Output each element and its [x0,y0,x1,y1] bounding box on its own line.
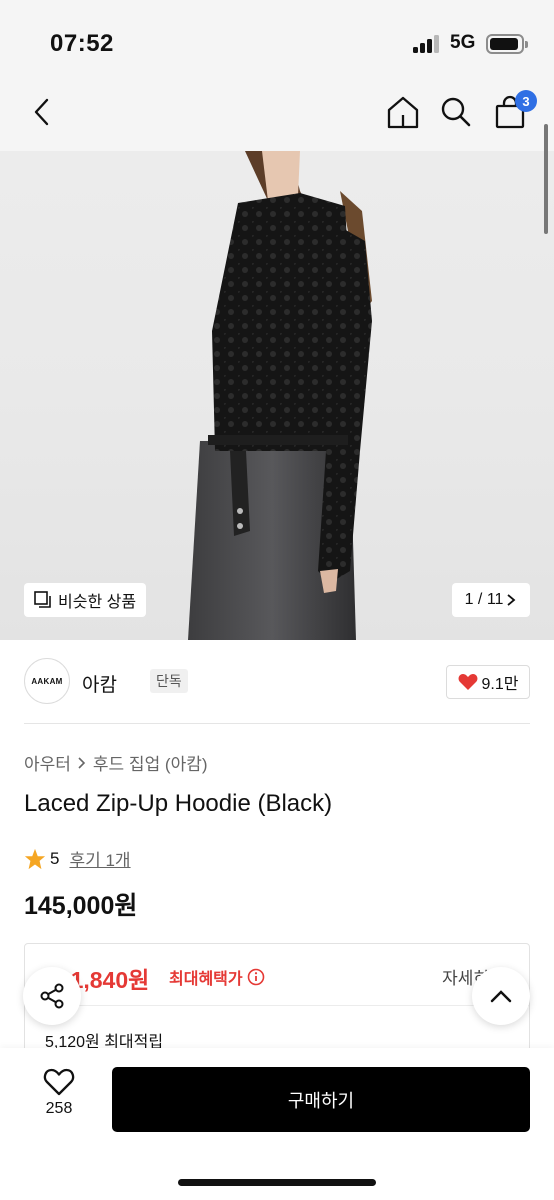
brand-like-count: 9.1만 [481,676,519,693]
buy-button[interactable]: 구매하기 [112,1067,530,1132]
chevron-up-icon [490,990,512,1003]
chevron-left-icon [34,98,49,126]
heart-filled-icon [458,674,477,690]
wishlist-count: 258 [45,1100,73,1117]
brand-like-button[interactable]: 9.1만 [446,665,530,699]
status-bar: 07:52 5G [0,0,554,90]
cart-count-badge: 3 [515,90,537,112]
rating-row: 5 후기 1개 [24,846,131,871]
cart-button[interactable]: 3 [488,90,537,134]
search-button[interactable] [434,90,478,134]
home-button[interactable] [381,90,425,134]
benefit-box: 131,840원 최대혜택가 자세히 5,120원 최대적립 [24,943,530,1063]
star-icon [24,848,46,869]
scrollbar[interactable] [544,124,548,234]
search-icon [441,97,471,127]
back-button[interactable] [20,90,64,134]
top-nav: 3 [0,90,554,151]
home-icon [387,96,419,129]
brand-row: AAKAM 아캄 단독 9.1만 [24,658,530,706]
similar-products-button[interactable]: 비슷한 상품 [24,583,147,617]
scroll-top-button[interactable] [472,967,530,1025]
breadcrumb-item[interactable]: 아우터 [24,750,71,775]
share-button[interactable] [23,967,81,1025]
signal-icon [413,35,441,53]
chevron-right-icon [78,756,86,769]
brand-logo[interactable]: AAKAM [24,658,70,704]
brand-name[interactable]: 아캄 [82,670,117,697]
network-label: 5G [450,32,476,53]
product-title: Laced Zip-Up Hoodie (Black) [24,790,333,817]
heart-outline-icon [43,1068,75,1096]
product-price: 145,000원 [24,892,138,920]
exclusive-badge: 단독 [150,669,188,693]
divider [24,723,530,724]
image-page-indicator[interactable]: 1 / 11 [452,583,530,617]
breadcrumb: 아우터 후드 집업 (아캄) [24,750,208,775]
product-photo [188,151,372,640]
copy-icon [34,591,51,608]
page-indicator-text: 1 / 11 [464,591,504,608]
bottom-action-bar: 258 구매하기 [0,1048,554,1200]
home-indicator [178,1179,376,1186]
breadcrumb-item[interactable]: 후드 집업 (아캄) [93,750,208,775]
battery-icon [486,34,528,54]
info-icon[interactable] [247,968,265,986]
max-benefit-label-text: 최대혜택가 [169,971,243,988]
share-icon [40,983,64,1009]
similar-products-label: 비슷한 상품 [58,594,137,611]
product-image-gallery[interactable]: 비슷한 상품 1 / 11 [0,151,554,640]
chevron-right-icon [507,594,516,606]
review-link[interactable]: 후기 1개 [69,846,130,871]
wishlist-button[interactable]: 258 [24,1068,94,1132]
rating-value: 5 [50,848,60,868]
benefit-top-row[interactable]: 131,840원 최대혜택가 자세히 [25,944,529,1006]
max-benefit-label: 최대혜택가 [169,965,265,989]
status-time: 07:52 [50,30,114,57]
